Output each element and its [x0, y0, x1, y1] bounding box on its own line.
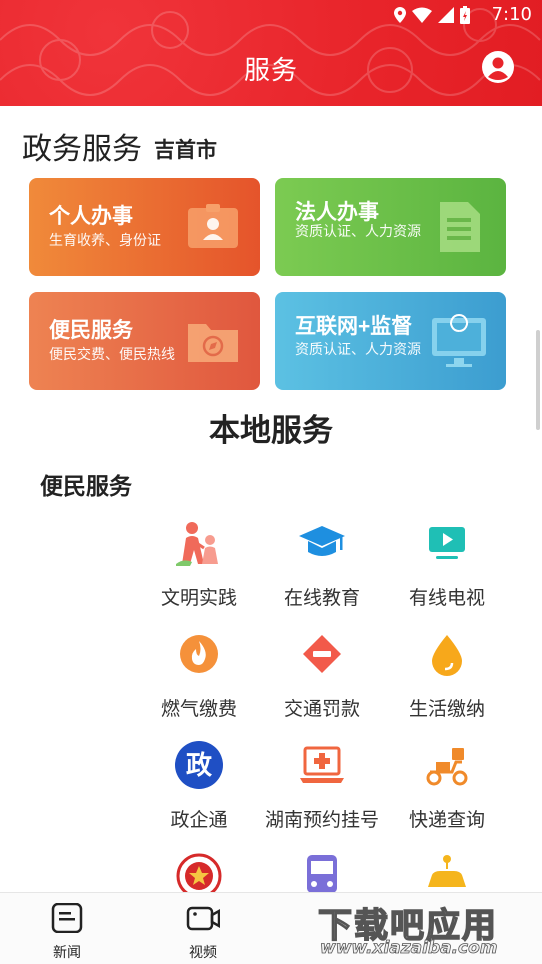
service-label: 燃气缴费 [160, 699, 237, 720]
service-traffic-fine[interactable]: 交通罚款 [260, 629, 384, 721]
id-card-icon [188, 204, 238, 248]
zheng-glyph: 政 [186, 750, 212, 781]
volunteer-icon [176, 522, 218, 566]
service-zhengqitong[interactable]: 政 政企通 [137, 740, 261, 832]
service-hunan-appointment[interactable]: 湖南预约挂号 [260, 740, 384, 832]
flame-icon [180, 635, 218, 673]
card-personal-affairs[interactable]: 个人办事 生育收养、身份证 [29, 178, 260, 276]
page-title: 服务 [243, 55, 298, 85]
service-civilization-practice[interactable]: 文明实践 [137, 518, 261, 610]
delivery-scooter-icon [426, 748, 468, 786]
app-header: 7:10 服务 [0, 0, 542, 106]
signal-icon [438, 7, 454, 23]
card-internet-supervision[interactable]: 互联网+监督 资质认证、人力资源 [275, 292, 506, 390]
service-gas-payment[interactable]: 燃气缴费 [137, 629, 261, 721]
service-online-education[interactable]: 在线教育 [260, 518, 384, 610]
card-subtitle: 资质认证、人力资源 [295, 341, 421, 357]
city-selector[interactable]: 吉首市 [154, 134, 217, 164]
watermark: 下载吧应用 www.xiazaiba.com [317, 898, 538, 962]
service-label: 快递查询 [408, 810, 485, 831]
card-convenience-service[interactable]: 便民服务 便民交费、便民热线 [29, 292, 260, 390]
service-label: 文明实践 [160, 588, 237, 609]
water-drop-icon [432, 635, 462, 676]
card-subtitle: 便民交费、便民热线 [49, 346, 175, 362]
card-subtitle: 生育收养、身份证 [49, 232, 161, 248]
zheng-badge-icon: 政 [175, 741, 223, 789]
status-bar: 7:10 [0, 0, 542, 30]
location-icon [394, 7, 406, 23]
status-time: 7:10 [491, 4, 532, 25]
tv-icon [429, 527, 465, 559]
watermark-line2: www.xiazaiba.com [320, 938, 498, 959]
no-entry-icon [303, 635, 341, 673]
service-label: 政企通 [170, 810, 228, 831]
wifi-icon [412, 7, 432, 23]
service-label: 交通罚款 [283, 699, 360, 720]
video-icon [186, 906, 221, 931]
folder-compass-icon [188, 324, 238, 362]
document-icon [440, 202, 480, 252]
card-subtitle: 资质认证、人力资源 [295, 223, 421, 239]
hospital-laptop-icon [300, 746, 344, 783]
service-label: 生活缴纳 [408, 699, 485, 720]
nav-label: 视频 [189, 944, 217, 960]
status-icons [394, 6, 470, 24]
scrollbar[interactable] [536, 330, 540, 430]
service-express-query[interactable]: 快递查询 [385, 740, 509, 832]
service-label: 湖南预约挂号 [264, 810, 379, 831]
card-title: 个人办事 [49, 205, 133, 228]
local-services-title: 本地服务 [209, 413, 333, 448]
card-legal-affairs[interactable]: 法人办事 资质认证、人力资源 [275, 178, 506, 276]
graduation-cap-icon [299, 526, 345, 556]
service-label: 有线电视 [408, 588, 485, 609]
battery-icon [460, 6, 470, 24]
nav-item-news[interactable]: 新闻 [32, 902, 102, 962]
card-title: 便民服务 [49, 319, 133, 342]
card-title: 互联网+监督 [295, 315, 413, 338]
gov-services-title: 政务服务 [22, 133, 142, 166]
user-profile-icon[interactable] [482, 51, 514, 83]
monitor-icon [432, 314, 486, 367]
nav-item-video[interactable]: 视频 [168, 903, 238, 962]
service-cable-tv[interactable]: 有线电视 [385, 518, 509, 610]
nav-label: 新闻 [53, 944, 81, 960]
service-label: 在线教育 [283, 588, 360, 609]
convenience-section-title: 便民服务 [40, 473, 132, 499]
service-living-payment[interactable]: 生活缴纳 [385, 629, 509, 721]
news-icon [51, 902, 83, 934]
